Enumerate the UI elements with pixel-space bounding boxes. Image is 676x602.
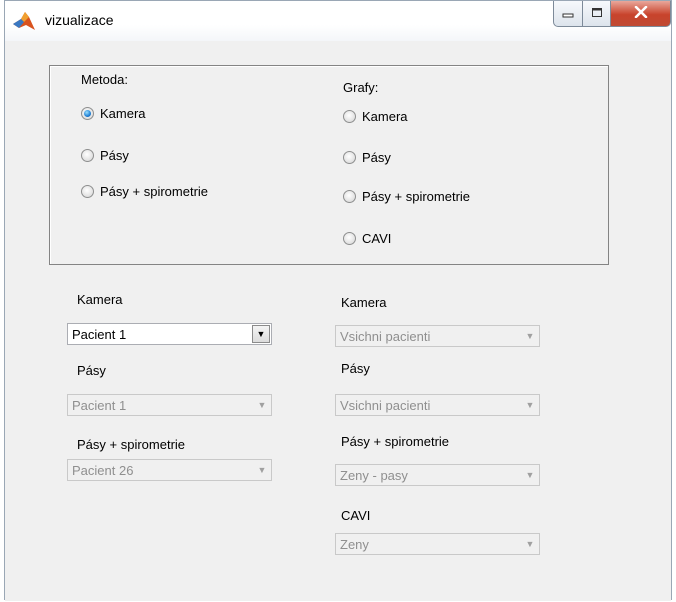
close-button[interactable] <box>611 1 671 27</box>
radio-grafy-pasy-spirometrie[interactable]: Pásy + spirometrie <box>343 188 470 204</box>
radio-unselected-icon <box>343 189 356 203</box>
right-pasy-select[interactable]: Vsichni pacienti ▼ <box>335 394 540 416</box>
radio-grafy-pasy[interactable]: Pásy <box>343 149 391 165</box>
grafy-label: Grafy: <box>343 80 379 95</box>
radio-label: CAVI <box>362 230 392 246</box>
maximize-button[interactable] <box>583 1 611 27</box>
dropdown-arrow-icon: ▼ <box>257 400 267 410</box>
left-pasy-spirometrie-label: Pásy + spirometrie <box>77 437 186 452</box>
minimize-icon <box>562 6 574 21</box>
radio-metoda-kamera[interactable]: Kamera <box>81 105 146 121</box>
right-pasy-spirometrie-select[interactable]: Zeny - pasy ▼ <box>335 464 540 486</box>
radio-unselected-icon <box>343 231 356 245</box>
close-icon <box>634 5 648 21</box>
right-pasy-spirometrie-label: Pásy + spirometrie <box>341 434 450 449</box>
dropdown-arrow-icon: ▼ <box>525 470 535 480</box>
dropdown-arrow-icon: ▼ <box>525 400 535 410</box>
select-value: Zeny - pasy <box>340 467 408 483</box>
select-value: Vsichni pacienti <box>340 397 431 413</box>
right-kamera-label: Kamera <box>341 295 387 310</box>
select-value: Pacient 1 <box>72 326 127 342</box>
left-pasy-label: Pásy <box>77 363 106 378</box>
right-pasy-label: Pásy <box>341 361 370 376</box>
radio-selected-icon <box>81 106 94 120</box>
maximize-icon <box>591 6 603 21</box>
radio-label: Pásy + spirometrie <box>362 188 471 204</box>
radio-unselected-icon <box>81 184 94 198</box>
left-pasy-select[interactable]: Pacient 1 ▼ <box>67 394 272 416</box>
left-pasy-spirometrie-select[interactable]: Pacient 26 ▼ <box>67 459 272 481</box>
radio-metoda-pasy[interactable]: Pásy <box>81 147 129 163</box>
dropdown-arrow-icon: ▼ <box>525 331 535 341</box>
metoda-label: Metoda: <box>81 72 128 87</box>
radio-grafy-kamera[interactable]: Kamera <box>343 108 408 124</box>
client-area: Metoda: Kamera Pásy Pásy + spirometrie G… <box>5 41 671 601</box>
select-value: Pacient 26 <box>72 462 134 478</box>
radio-grafy-cavi[interactable]: CAVI <box>343 230 391 246</box>
radio-unselected-icon <box>343 109 356 123</box>
left-kamera-select[interactable]: Pacient 1 ▼ <box>67 323 272 345</box>
radio-metoda-pasy-spirometrie[interactable]: Pásy + spirometrie <box>81 183 208 199</box>
select-value: Pacient 1 <box>72 397 127 413</box>
title-bar[interactable]: vizualizace <box>5 1 671 42</box>
right-cavi-label: CAVI <box>341 508 371 523</box>
dropdown-arrow-icon: ▼ <box>525 539 535 549</box>
select-value: Zeny <box>340 536 369 552</box>
radio-unselected-icon <box>343 150 356 164</box>
radio-label: Pásy <box>100 147 129 163</box>
radio-label: Kamera <box>362 108 408 124</box>
select-value: Vsichni pacienti <box>340 328 431 344</box>
dropdown-arrow-icon: ▼ <box>257 465 267 475</box>
matlab-icon[interactable] <box>12 11 36 31</box>
radio-label: Pásy <box>362 149 391 165</box>
dropdown-arrow-icon[interactable]: ▼ <box>252 325 270 343</box>
radio-label: Pásy + spirometrie <box>100 183 209 199</box>
left-kamera-label: Kamera <box>77 292 123 307</box>
right-kamera-select[interactable]: Vsichni pacienti ▼ <box>335 325 540 347</box>
right-cavi-select[interactable]: Zeny ▼ <box>335 533 540 555</box>
radio-label: Kamera <box>100 105 146 121</box>
method-graph-panel: Metoda: Kamera Pásy Pásy + spirometrie G… <box>49 65 609 265</box>
radio-unselected-icon <box>81 148 94 162</box>
app-window: vizualizace Metoda: Kamera Pásy Pásy + s… <box>4 0 672 601</box>
window-title: vizualizace <box>45 12 114 28</box>
window-controls <box>553 1 671 27</box>
minimize-button[interactable] <box>553 1 583 27</box>
